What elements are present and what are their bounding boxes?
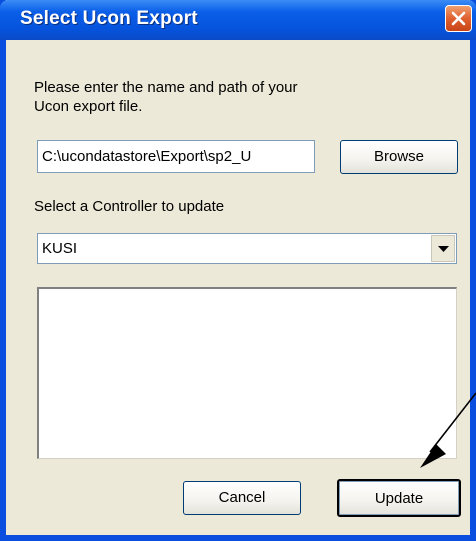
instruction-line-1: Please enter the name and path of your xyxy=(34,79,298,96)
controller-label: Select a Controller to update xyxy=(34,198,225,215)
cancel-button[interactable]: Cancel xyxy=(183,481,301,515)
title-bar[interactable]: Select Ucon Export xyxy=(0,0,476,40)
update-button[interactable]: Update xyxy=(337,479,461,517)
close-icon xyxy=(451,11,466,26)
output-listbox[interactable] xyxy=(37,287,457,459)
controller-select-value: KUSI xyxy=(42,240,78,257)
window-title: Select Ucon Export xyxy=(20,8,198,29)
controller-dropdown-button[interactable] xyxy=(431,235,455,262)
close-button[interactable] xyxy=(445,5,472,32)
controller-select[interactable]: KUSI xyxy=(37,233,457,264)
instruction-line-2: Ucon export file. xyxy=(34,98,143,115)
chevron-down-icon xyxy=(438,246,449,252)
browse-button[interactable]: Browse xyxy=(340,140,458,174)
instruction-text: Please enter the name and path of your U… xyxy=(34,78,298,116)
export-path-input[interactable] xyxy=(37,140,315,173)
